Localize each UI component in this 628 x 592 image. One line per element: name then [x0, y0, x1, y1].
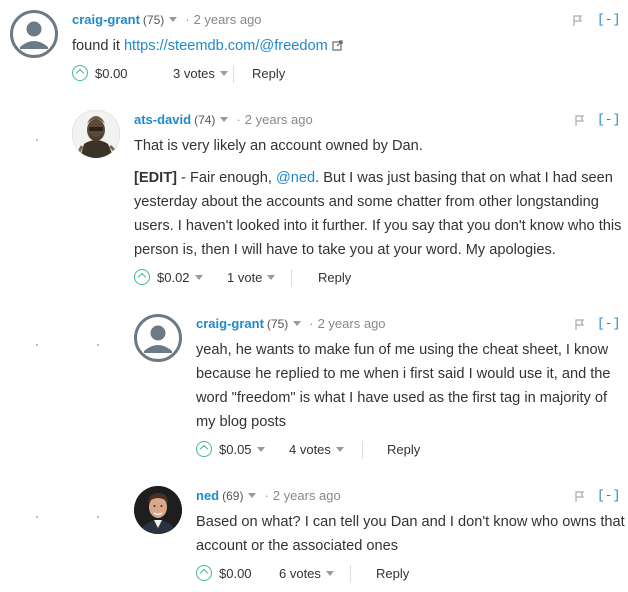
comment-paragraph: That is very likely an account owned by … — [134, 138, 423, 154]
reply-button[interactable]: Reply — [252, 62, 285, 86]
comment-text: - Fair enough, — [176, 170, 276, 186]
separator-dot: · — [309, 316, 314, 331]
user-placeholder-icon — [20, 21, 48, 49]
flag-icon[interactable] — [574, 317, 586, 337]
comment-body: Based on what? I can tell you Dan and I … — [196, 510, 626, 558]
payout-value[interactable]: $0.00 — [219, 566, 252, 581]
comment-paragraph: Based on what? I can tell you Dan and I … — [196, 514, 625, 554]
reply-button[interactable]: Reply — [318, 266, 351, 290]
separator-dot: · — [236, 112, 241, 127]
man-portrait-avatar — [134, 486, 182, 534]
timestamp: 2 years ago — [317, 316, 386, 331]
chevron-down-icon — [335, 447, 344, 452]
payout-value[interactable]: $0.00 — [95, 66, 128, 81]
timestamp: 2 years ago — [244, 112, 313, 127]
thread-guide-dot — [36, 139, 38, 141]
thread-guide-dot — [36, 516, 38, 518]
avatar[interactable] — [72, 110, 120, 158]
author-link[interactable]: craig-grant — [72, 12, 140, 27]
upvote-icon[interactable] — [196, 565, 212, 581]
comment-footer: $0.00 6 votes Reply — [196, 562, 626, 586]
masked-figure-avatar — [72, 110, 120, 158]
comment-footer: $0.05 4 votes Reply — [196, 438, 626, 462]
edit-tag: [EDIT] — [134, 170, 177, 186]
author-link[interactable]: craig-grant — [196, 316, 264, 331]
external-link-icon[interactable] — [332, 38, 343, 54]
author-link[interactable]: ats-david — [134, 112, 191, 127]
reply-button[interactable]: Reply — [387, 438, 420, 462]
comment-body: found it https://steemdb.com/@freedom — [72, 34, 620, 58]
thread-guide-dot — [97, 516, 99, 518]
comment-header: craig-grant (75) · 2 years ago [-] — [72, 10, 620, 30]
chevron-down-icon[interactable] — [293, 321, 302, 326]
collapse-button[interactable]: [-] — [597, 10, 620, 30]
comment-footer: $0.00 3 votes Reply — [72, 62, 620, 86]
comment-paragraph: yeah, he wants to make fun of me using t… — [196, 342, 611, 430]
votes-dropdown[interactable]: 6 votes — [279, 562, 334, 586]
comment-footer: $0.02 1 vote Reply — [134, 266, 626, 290]
collapse-button[interactable]: [-] — [597, 314, 620, 334]
votes-dropdown[interactable]: 4 votes — [289, 438, 344, 462]
comment-text: found it — [72, 38, 124, 54]
separator-dot: · — [185, 12, 190, 27]
votes-label: 3 votes — [173, 66, 215, 81]
votes-label: 6 votes — [279, 566, 321, 581]
reputation: (69) — [222, 489, 244, 503]
reply-button[interactable]: Reply — [376, 562, 409, 586]
chevron-down-icon[interactable] — [256, 447, 265, 452]
user-placeholder-icon — [144, 325, 172, 353]
reputation: (75) — [266, 317, 289, 331]
comment-body: That is very likely an account owned by … — [134, 134, 626, 262]
flag-icon[interactable] — [574, 113, 586, 133]
divider — [362, 441, 363, 459]
avatar[interactable] — [134, 314, 182, 362]
avatar[interactable] — [10, 10, 58, 58]
flag-icon[interactable] — [574, 489, 586, 509]
thread-guide-dot — [97, 344, 99, 346]
chevron-down-icon[interactable] — [194, 275, 203, 280]
upvote-icon[interactable] — [134, 269, 150, 285]
upvote-icon[interactable] — [196, 441, 212, 457]
chevron-down-icon — [325, 571, 334, 576]
chevron-down-icon[interactable] — [220, 117, 229, 122]
upvote-icon[interactable] — [72, 65, 88, 81]
thread-guide-dot — [36, 344, 38, 346]
chevron-down-icon[interactable] — [248, 493, 257, 498]
votes-label: 1 vote — [227, 270, 263, 285]
reputation: (75) — [142, 13, 165, 27]
comment-paragraph: [EDIT] - Fair enough, @ned. But I was ju… — [134, 166, 626, 262]
comment-body: yeah, he wants to make fun of me using t… — [196, 338, 626, 434]
steemdb-link[interactable]: https://steemdb.com/@freedom — [124, 38, 328, 54]
divider — [291, 269, 292, 287]
flag-icon[interactable] — [572, 13, 584, 33]
comment-header: ats-david (74) · 2 years ago [-] — [134, 110, 626, 130]
collapse-button[interactable]: [-] — [597, 110, 620, 130]
reputation: (74) — [194, 113, 216, 127]
divider — [233, 65, 234, 83]
payout-value[interactable]: $0.02 — [157, 270, 190, 285]
author-link[interactable]: ned — [196, 488, 219, 503]
votes-label: 4 votes — [289, 442, 331, 457]
timestamp: 2 years ago — [193, 12, 262, 27]
votes-dropdown[interactable]: 3 votes — [173, 62, 228, 86]
payout-value[interactable]: $0.05 — [219, 442, 252, 457]
comment-header: craig-grant (75) · 2 years ago [-] — [196, 314, 626, 334]
chevron-down-icon — [267, 275, 276, 280]
chevron-down-icon[interactable] — [169, 17, 178, 22]
timestamp: 2 years ago — [272, 488, 341, 503]
separator-dot: · — [264, 488, 269, 503]
divider — [350, 565, 351, 583]
avatar[interactable] — [134, 486, 182, 534]
collapse-button[interactable]: [-] — [597, 486, 620, 506]
votes-dropdown[interactable]: 1 vote — [227, 266, 276, 290]
chevron-down-icon — [219, 71, 228, 76]
comment-header: ned (69) · 2 years ago [-] — [196, 486, 626, 506]
mention-link[interactable]: @ned — [276, 170, 315, 186]
